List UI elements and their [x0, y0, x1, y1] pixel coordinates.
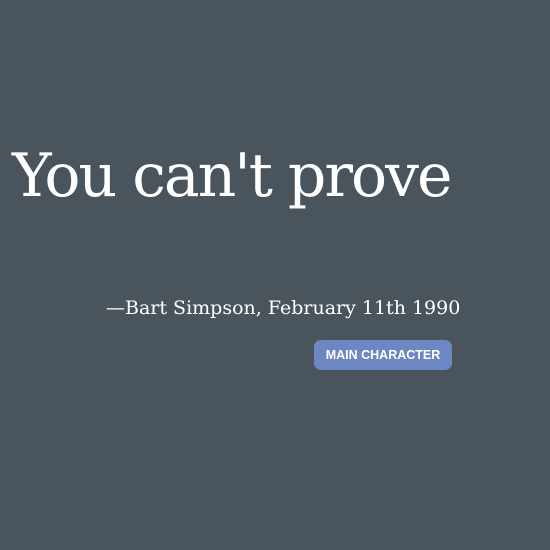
quote-text: You can't prove: [12, 141, 453, 211]
quote-attribution: —Bart Simpson, February 11th 1990: [106, 297, 461, 319]
character-badge: MAIN CHARACTER: [314, 340, 452, 370]
quote-card: You can't prove —Bart Simpson, February …: [0, 0, 550, 550]
